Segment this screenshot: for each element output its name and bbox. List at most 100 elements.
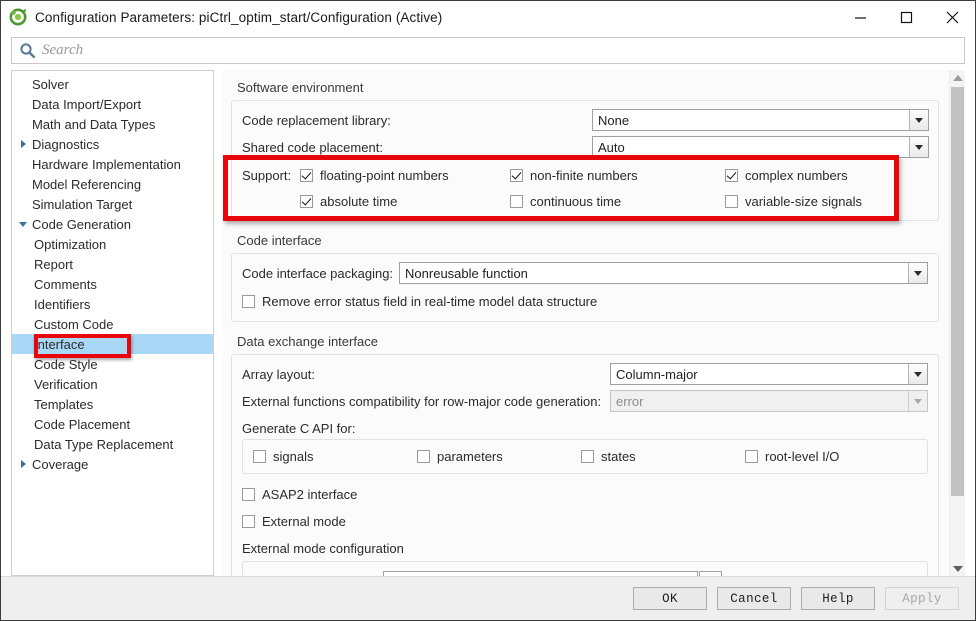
tree-item[interactable]: Identifiers xyxy=(12,294,213,314)
tree-item[interactable]: Code Style xyxy=(12,354,213,374)
code-interface-packaging-select[interactable]: Nonreusable function xyxy=(399,262,928,284)
checkbox-icon-checked[interactable] xyxy=(300,169,313,182)
tree-item-label: Verification xyxy=(16,377,98,392)
checkbox-label: signals xyxy=(273,449,313,464)
caret-down-icon[interactable] xyxy=(950,561,966,576)
checkbox-icon-unchecked[interactable] xyxy=(242,515,255,528)
chevron-right-icon[interactable] xyxy=(16,140,30,148)
chevron-down-icon[interactable] xyxy=(908,364,927,384)
settings-tree[interactable]: Solver Data Import/Export Math and Data … xyxy=(11,70,214,576)
ok-button[interactable]: OK xyxy=(633,587,707,610)
checkbox-icon-checked[interactable] xyxy=(510,169,523,182)
checkbox-icon-checked[interactable] xyxy=(725,169,738,182)
external-mode-configuration-label: External mode configuration xyxy=(242,541,928,556)
vertical-scrollbar[interactable] xyxy=(949,70,965,576)
checkbox-non-finite-numbers[interactable]: non-finite numbers xyxy=(510,168,725,183)
tree-item[interactable]: Diagnostics xyxy=(12,134,213,154)
checkbox-label: External mode xyxy=(262,514,346,529)
tree-item[interactable]: Verification xyxy=(12,374,213,394)
checkbox-capi-parameters[interactable]: parameters xyxy=(417,449,581,464)
tree-item[interactable]: Report xyxy=(12,254,213,274)
minimize-button[interactable] xyxy=(837,1,883,34)
close-button[interactable] xyxy=(929,1,975,34)
software-environment-title: Software environment xyxy=(237,80,939,95)
caret-up-icon[interactable] xyxy=(950,70,966,85)
tree-item-label: Math and Data Types xyxy=(30,117,155,132)
apply-button: Apply xyxy=(885,587,959,610)
chevron-down-icon[interactable] xyxy=(909,110,928,130)
tree-item-code-generation[interactable]: Code Generation xyxy=(12,214,213,234)
checkbox-external-mode[interactable]: External mode xyxy=(242,514,346,529)
checkbox-icon-unchecked[interactable] xyxy=(510,195,523,208)
external-mode-config-browse-button[interactable] xyxy=(699,571,722,576)
checkbox-icon-unchecked[interactable] xyxy=(745,450,758,463)
array-layout-select[interactable]: Column-major xyxy=(610,363,928,385)
chevron-down-icon[interactable] xyxy=(16,222,30,227)
tree-item-label: Data Type Replacement xyxy=(16,437,173,452)
external-mode-config-input[interactable] xyxy=(383,571,698,576)
shared-code-placement-row: Shared code placement: Auto xyxy=(242,135,928,159)
tree-item[interactable]: Hardware Implementation xyxy=(12,154,213,174)
tree-item[interactable]: Math and Data Types xyxy=(12,114,213,134)
tree-item-label: Identifiers xyxy=(16,297,90,312)
tree-item[interactable]: Coverage xyxy=(12,454,213,474)
code-interface-packaging-row: Code interface packaging: Nonreusable fu… xyxy=(242,261,928,285)
software-environment-group: Code replacement library: None Shared co… xyxy=(231,100,939,221)
checkbox-absolute-time[interactable]: absolute time xyxy=(300,194,510,209)
checkbox-capi-signals[interactable]: signals xyxy=(253,449,417,464)
tree-item-label: Coverage xyxy=(30,457,88,472)
tree-item[interactable]: Solver xyxy=(12,74,213,94)
tree-item[interactable]: Data Import/Export xyxy=(12,94,213,114)
tree-item[interactable]: Data Type Replacement xyxy=(12,434,213,454)
chevron-down-icon[interactable] xyxy=(909,137,928,157)
tree-item[interactable]: Model Referencing xyxy=(12,174,213,194)
cancel-button[interactable]: Cancel xyxy=(717,587,791,610)
tree-item-label: Simulation Target xyxy=(30,197,132,212)
tree-item[interactable]: Code Placement xyxy=(12,414,213,434)
external-mode-configuration-group xyxy=(242,561,928,576)
checkbox-asap2-interface[interactable]: ASAP2 interface xyxy=(242,487,357,502)
checkbox-remove-error-status-field[interactable]: Remove error status field in real-time m… xyxy=(242,294,597,309)
checkbox-capi-states[interactable]: states xyxy=(581,449,745,464)
checkbox-icon-unchecked[interactable] xyxy=(242,295,255,308)
checkbox-label: continuous time xyxy=(530,194,621,209)
code-interface-packaging-value: Nonreusable function xyxy=(400,263,908,283)
data-exchange-interface-title: Data exchange interface xyxy=(237,334,939,349)
scrollbar-track[interactable] xyxy=(950,85,966,561)
title-bar: Configuration Parameters: piCtrl_optim_s… xyxy=(1,1,975,34)
checkbox-variable-size-signals[interactable]: variable-size signals xyxy=(725,194,928,209)
tree-item[interactable]: Optimization xyxy=(12,234,213,254)
external-functions-compat-row: External functions compatibility for row… xyxy=(242,389,928,413)
tree-item-label: Data Import/Export xyxy=(30,97,141,112)
checkbox-icon-unchecked[interactable] xyxy=(417,450,430,463)
code-replacement-library-select[interactable]: None xyxy=(592,109,929,131)
tree-item[interactable]: Comments xyxy=(12,274,213,294)
checkbox-complex-numbers[interactable]: complex numbers xyxy=(725,168,928,183)
checkbox-icon-unchecked[interactable] xyxy=(253,450,266,463)
support-col-3: variable-size signals xyxy=(725,194,928,209)
tree-item[interactable]: Simulation Target xyxy=(12,194,213,214)
window-title: Configuration Parameters: piCtrl_optim_s… xyxy=(35,10,442,25)
simulink-icon xyxy=(9,8,27,26)
search-input[interactable] xyxy=(42,42,964,59)
checkbox-icon-checked[interactable] xyxy=(300,195,313,208)
help-button[interactable]: Help xyxy=(801,587,875,610)
maximize-button[interactable] xyxy=(883,1,929,34)
chevron-right-icon[interactable] xyxy=(16,460,30,468)
shared-code-placement-select[interactable]: Auto xyxy=(592,136,929,158)
checkbox-capi-root-level-io[interactable]: root-level I/O xyxy=(745,449,917,464)
tree-item[interactable]: Custom Code xyxy=(12,314,213,334)
checkbox-icon-unchecked[interactable] xyxy=(242,488,255,501)
checkbox-continuous-time[interactable]: continuous time xyxy=(510,194,725,209)
checkbox-icon-unchecked[interactable] xyxy=(581,450,594,463)
chevron-down-icon[interactable] xyxy=(908,263,927,283)
search-icon xyxy=(19,42,36,59)
tree-item-interface[interactable]: Interface xyxy=(12,334,213,354)
search-bar[interactable] xyxy=(11,37,965,64)
external-functions-compat-label: External functions compatibility for row… xyxy=(242,394,610,409)
checkbox-icon-unchecked[interactable] xyxy=(725,195,738,208)
checkbox-floating-point-numbers[interactable]: floating-point numbers xyxy=(300,168,510,183)
tree-item-label: Interface xyxy=(16,337,85,352)
tree-item[interactable]: Templates xyxy=(12,394,213,414)
scrollbar-thumb[interactable] xyxy=(951,87,964,496)
